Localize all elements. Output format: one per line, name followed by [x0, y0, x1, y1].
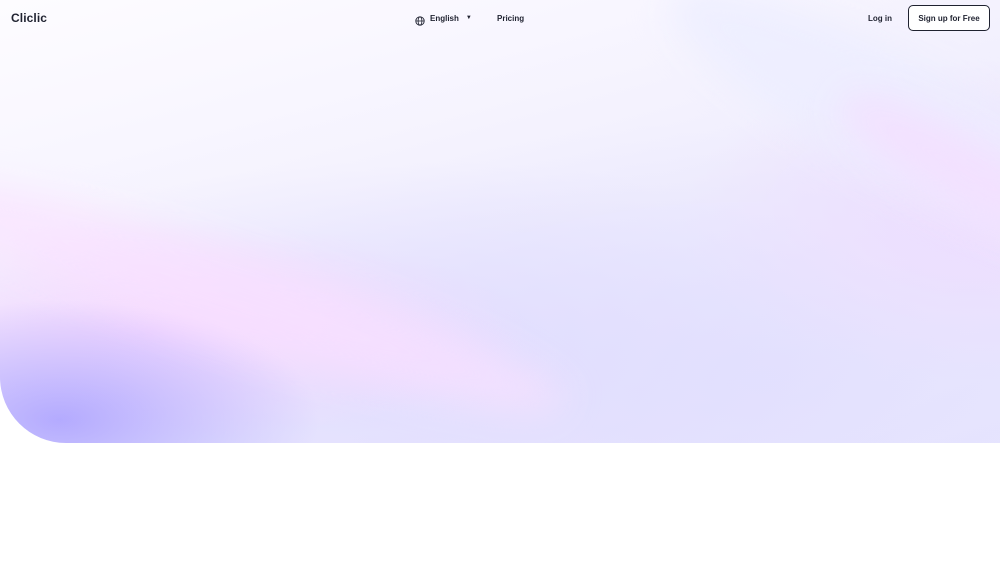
- hero-light-streak: [0, 144, 577, 443]
- caret-down-icon: ▼: [465, 15, 472, 21]
- top-navigation: Cliclic English ▼ Pricing Log in Sign up…: [0, 0, 1000, 38]
- login-link[interactable]: Log in: [868, 14, 892, 23]
- hero-background: [0, 0, 1000, 443]
- pricing-link[interactable]: Pricing: [497, 14, 524, 23]
- language-selector[interactable]: English ▼: [415, 13, 472, 26]
- language-label: English: [430, 13, 459, 23]
- page: Cliclic English ▼ Pricing Log in Sign up…: [0, 0, 1000, 563]
- globe-icon: [415, 13, 425, 26]
- logo[interactable]: Cliclic: [11, 11, 47, 25]
- signup-button[interactable]: Sign up for Free: [908, 5, 990, 31]
